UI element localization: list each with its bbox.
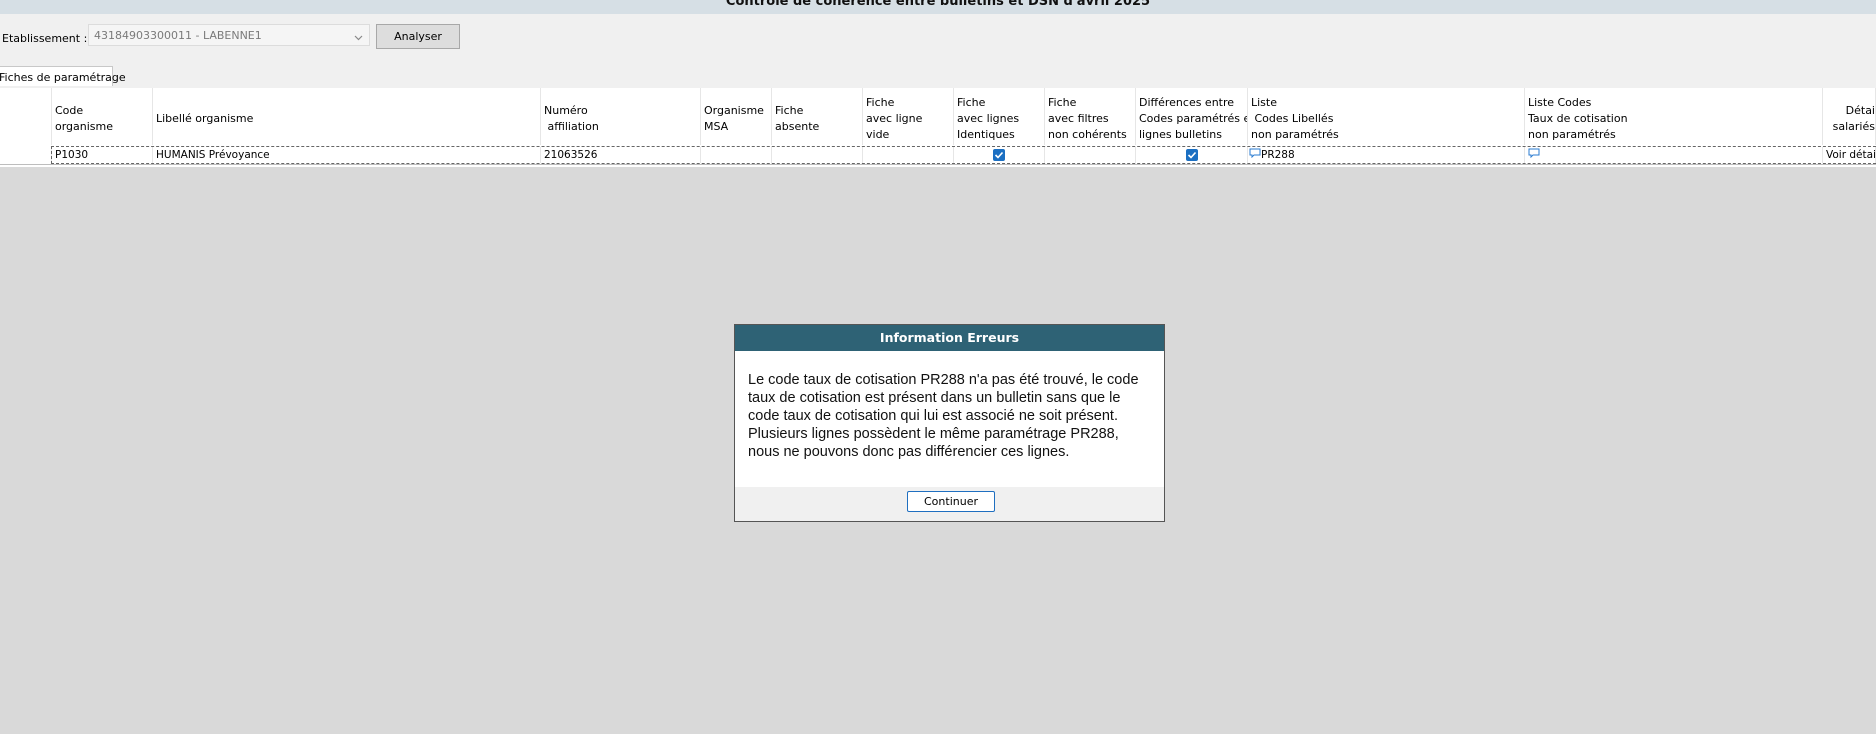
dialog-title: Information Erreurs [735,325,1164,351]
header-line: Fiche [775,103,804,117]
row-focus-outline [51,146,1876,164]
tab-fiches-parametrage[interactable]: Fiches de paramétrage [0,66,126,86]
header-line: avec ligne [866,111,923,125]
chevron-down-icon [354,31,363,44]
header-fiche-absente[interactable]: Fiche absente [772,88,863,145]
window-title: Controle de cohérence entre bulletins et… [725,0,1151,9]
error-dialog: Information Erreurs Le code taux de coti… [734,324,1165,522]
header-codes-libelles[interactable]: Liste Codes Libellés non paramétrés [1248,88,1525,145]
analyser-button[interactable]: Analyser [376,24,460,49]
header-line: affiliation [544,119,599,133]
header-line: Fiche [957,95,986,109]
header-detail-salaries[interactable]: Détai salariés [1823,88,1876,145]
header-organisme-msa[interactable]: Organisme MSA [701,88,772,145]
header-fiche-lignes-identiques[interactable]: Fiche avec lignes Identiques [954,88,1045,145]
header-libelle-organisme[interactable]: Libellé organisme [153,88,541,145]
header-line: Code [55,103,84,117]
header-line: MSA [704,119,729,133]
header-line: vide [866,127,890,141]
header-numero-affiliation[interactable]: Numéro affiliation [541,88,701,145]
header-line: Détai [1845,103,1875,117]
header-line: Fiche [1048,95,1077,109]
header-line: avec lignes [957,111,1020,125]
header-line: Codes Libellés [1251,111,1334,125]
dialog-message-line: code taux de cotisation qui lui est asso… [748,408,1118,424]
header-selector [0,88,52,145]
header-line: Taux de cotisation [1528,111,1628,125]
parametrage-table: Code organisme Libellé organisme Numéro … [0,88,1876,167]
header-line: organisme [55,119,114,133]
header-fiche-ligne-vide[interactable]: Fiche avec ligne vide [863,88,954,145]
etablissement-label: Etablissement : [2,32,88,45]
header-line: absente [775,119,820,133]
header-fiche-filtres[interactable]: Fiche avec filtres non cohérents [1045,88,1136,145]
etablissement-value: 43184903300011 - LABENNE1 [94,29,262,42]
header-line: non paramétrés [1251,127,1339,141]
header-differences[interactable]: Différences entre Codes paramétrés e lig… [1136,88,1248,145]
header-line: non cohérents [1048,127,1127,141]
header-line: Organisme [704,103,764,117]
row-selector[interactable] [0,147,52,163]
window-titlebar: Controle de cohérence entre bulletins et… [0,0,1876,14]
header-line: Libellé organisme [156,111,254,125]
etablissement-select[interactable]: 43184903300011 - LABENNE1 [88,24,370,46]
header-line: non paramétrés [1528,127,1616,141]
header-line: Fiche [866,95,895,109]
dialog-message: Le code taux de cotisation PR288 n'a pas… [735,351,1164,487]
header-line: Différences entre [1139,95,1235,109]
header-line: Identiques [957,127,1015,141]
dialog-message-line: Le code taux de cotisation PR288 n'a pas… [748,372,1139,388]
header-line: avec filtres [1048,111,1109,125]
header-line: Codes paramétrés e [1139,111,1248,125]
dialog-message-line: Plusieurs lignes possèdent le même param… [748,426,1119,442]
header-code-organisme[interactable]: Code organisme [52,88,153,145]
header-line: salariés [1832,119,1875,133]
dialog-message-line: nous ne pouvons donc pas différencier ce… [748,444,1070,460]
dialog-message-line: taux de cotisation est présent dans un b… [748,390,1121,406]
continue-button[interactable]: Continuer [907,491,995,512]
header-line: lignes bulletins [1139,127,1222,141]
header-line: Numéro [544,103,588,117]
header-codes-taux[interactable]: Liste Codes Taux de cotisation non param… [1525,88,1823,145]
header-line: Liste Codes [1528,95,1592,109]
header-line: Liste [1251,95,1277,109]
